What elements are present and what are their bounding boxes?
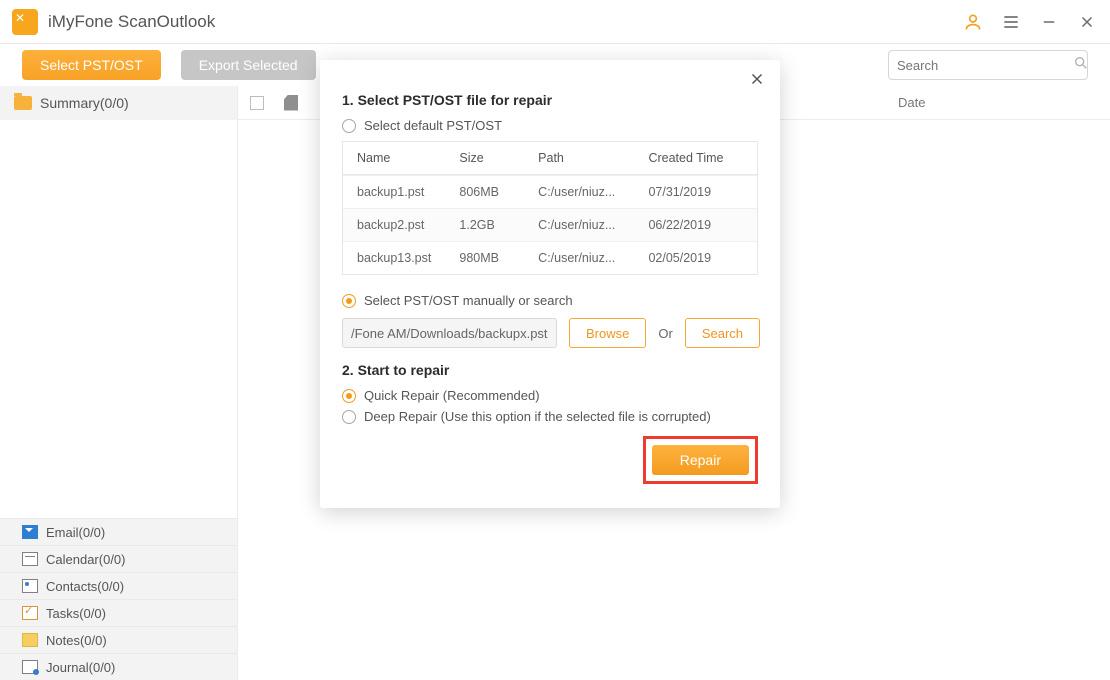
- radio-icon[interactable]: [342, 294, 356, 308]
- titlebar: iMyFone ScanOutlook: [0, 0, 1110, 44]
- repair-dialog: 1. Select PST/OST file for repair Select…: [320, 60, 780, 508]
- radio-icon[interactable]: [342, 389, 356, 403]
- pst-path-input[interactable]: [342, 318, 557, 348]
- radio-default-pst[interactable]: Select default PST/OST: [342, 118, 758, 133]
- radio-icon[interactable]: [342, 410, 356, 424]
- sidebar-item-contacts[interactable]: Contacts(0/0): [0, 572, 237, 599]
- cell-path: C:/user/niuz...: [538, 185, 648, 199]
- col-created: Created Time: [648, 151, 743, 165]
- contacts-icon: [22, 579, 38, 593]
- cell-size: 1.2GB: [459, 218, 538, 232]
- radio-deep-repair[interactable]: Deep Repair (Use this option if the sele…: [342, 409, 758, 424]
- cell-name: backup1.pst: [357, 185, 459, 199]
- cell-size: 980MB: [459, 251, 538, 265]
- radio-manual-pst[interactable]: Select PST/OST manually or search: [342, 293, 758, 308]
- sidebar-summary[interactable]: Summary(0/0): [0, 86, 237, 120]
- or-text: Or: [658, 326, 672, 341]
- radio-label: Select PST/OST manually or search: [364, 293, 573, 308]
- notes-icon: [22, 633, 38, 647]
- summary-label: Summary(0/0): [40, 95, 129, 111]
- sidebar-item-label: Tasks(0/0): [46, 606, 106, 621]
- calendar-icon: [22, 552, 38, 566]
- repair-button[interactable]: Repair: [652, 445, 749, 475]
- cell-path: C:/user/niuz...: [538, 218, 648, 232]
- folder-icon: [14, 96, 32, 110]
- sidebar-item-calendar[interactable]: Calendar(0/0): [0, 545, 237, 572]
- select-pst-button[interactable]: Select PST/OST: [22, 50, 161, 80]
- date-column-header[interactable]: Date: [898, 95, 1098, 110]
- search-box[interactable]: [888, 50, 1088, 80]
- app-title: iMyFone ScanOutlook: [48, 12, 215, 32]
- col-path: Path: [538, 151, 648, 165]
- table-row[interactable]: backup2.pst 1.2GB C:/user/niuz... 06/22/…: [343, 208, 757, 241]
- radio-label: Deep Repair (Use this option if the sele…: [364, 409, 711, 424]
- tasks-icon: [22, 606, 38, 620]
- export-selected-button[interactable]: Export Selected: [181, 50, 316, 80]
- email-icon: [22, 525, 38, 539]
- cell-created: 07/31/2019: [648, 185, 743, 199]
- sidebar-item-journal[interactable]: Journal(0/0): [0, 653, 237, 680]
- sidebar-item-label: Journal(0/0): [46, 660, 115, 675]
- sidebar-item-email[interactable]: Email(0/0): [0, 518, 237, 545]
- dialog-close-icon[interactable]: [748, 70, 766, 94]
- attachment-icon: [284, 95, 298, 111]
- radio-quick-repair[interactable]: Quick Repair (Recommended): [342, 388, 758, 403]
- table-row[interactable]: backup13.pst 980MB C:/user/niuz... 02/05…: [343, 241, 757, 274]
- sidebar-item-tasks[interactable]: Tasks(0/0): [0, 599, 237, 626]
- journal-icon: [22, 660, 38, 674]
- menu-icon[interactable]: [1000, 12, 1022, 32]
- step2-heading: 2. Start to repair: [342, 362, 758, 378]
- search-button[interactable]: Search: [685, 318, 760, 348]
- app-logo-icon: [12, 9, 38, 35]
- sidebar-item-label: Email(0/0): [46, 525, 105, 540]
- step1-heading: 1. Select PST/OST file for repair: [342, 92, 758, 108]
- radio-label: Quick Repair (Recommended): [364, 388, 540, 403]
- table-row[interactable]: backup1.pst 806MB C:/user/niuz... 07/31/…: [343, 175, 757, 208]
- repair-highlight: Repair: [643, 436, 758, 484]
- pst-file-table: Name Size Path Created Time backup1.pst …: [342, 141, 758, 275]
- search-icon[interactable]: [1073, 55, 1089, 75]
- sidebar-item-label: Calendar(0/0): [46, 552, 126, 567]
- sidebar-item-notes[interactable]: Notes(0/0): [0, 626, 237, 653]
- radio-label: Select default PST/OST: [364, 118, 502, 133]
- cell-size: 806MB: [459, 185, 538, 199]
- browse-button[interactable]: Browse: [569, 318, 646, 348]
- select-all-checkbox[interactable]: [250, 96, 264, 110]
- col-name: Name: [357, 151, 459, 165]
- radio-icon[interactable]: [342, 119, 356, 133]
- sidebar-item-label: Contacts(0/0): [46, 579, 124, 594]
- search-input[interactable]: [897, 58, 1073, 73]
- cell-path: C:/user/niuz...: [538, 251, 648, 265]
- col-size: Size: [459, 151, 538, 165]
- cell-created: 06/22/2019: [648, 218, 743, 232]
- account-icon[interactable]: [962, 12, 984, 32]
- sidebar-item-label: Notes(0/0): [46, 633, 107, 648]
- cell-created: 02/05/2019: [648, 251, 743, 265]
- close-icon[interactable]: [1076, 13, 1098, 31]
- cell-name: backup2.pst: [357, 218, 459, 232]
- minimize-icon[interactable]: [1038, 13, 1060, 31]
- cell-name: backup13.pst: [357, 251, 459, 265]
- sidebar: Summary(0/0) Email(0/0) Calendar(0/0) Co…: [0, 86, 238, 680]
